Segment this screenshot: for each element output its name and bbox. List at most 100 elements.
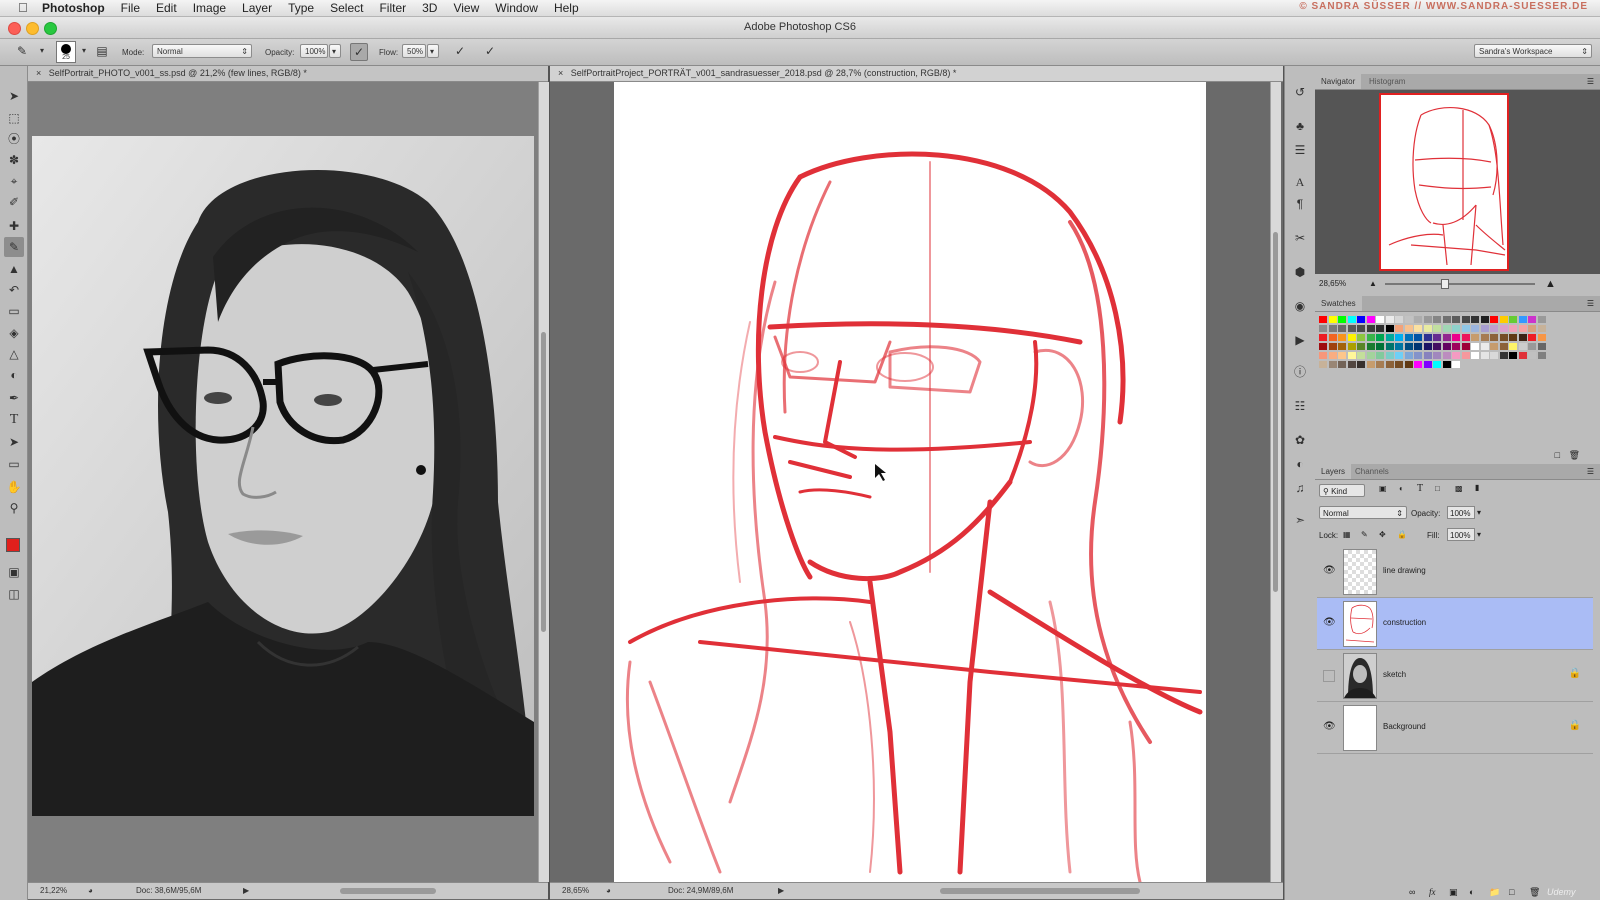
pen-tool-icon[interactable]: ✒ [4, 388, 24, 408]
menu-type[interactable]: Type [288, 1, 314, 15]
layer-row-line-drawing[interactable]: 👁 line drawing [1317, 546, 1593, 598]
move-tool-icon[interactable]: ➤ [4, 86, 24, 106]
color-swatch[interactable] [1357, 361, 1365, 368]
layer-opacity-input[interactable]: 100% [1447, 506, 1475, 519]
layer-name[interactable]: construction [1383, 618, 1426, 627]
color-swatch[interactable] [1347, 343, 1356, 350]
color-swatch[interactable] [1423, 352, 1432, 359]
visibility-eye-icon[interactable]: 👁 [1323, 565, 1336, 577]
type-tool-icon[interactable]: T [4, 410, 24, 430]
color-swatch[interactable] [1461, 343, 1470, 350]
color-swatch[interactable] [1328, 316, 1337, 323]
foreground-color-swatch[interactable] [6, 538, 20, 552]
visibility-toggle-empty[interactable] [1323, 670, 1335, 682]
color-swatch[interactable] [1509, 325, 1517, 332]
tab-histogram[interactable]: Histogram [1363, 74, 1411, 89]
menu-layer[interactable]: Layer [242, 1, 272, 15]
blend-mode-select[interactable]: Normal ⇕ [1319, 506, 1407, 519]
pressure-size-icon[interactable]: ✓ [482, 43, 498, 59]
brush-tool-preset-icon[interactable]: ✎ [14, 43, 30, 59]
tool-presets-icon[interactable]: ✂ [1292, 230, 1308, 246]
color-swatch[interactable] [1319, 334, 1327, 341]
color-swatch[interactable] [1319, 361, 1327, 368]
navigator-zoom-thumb[interactable] [1441, 279, 1449, 289]
zoom-out-icon[interactable]: ▲ [1369, 276, 1377, 292]
link-layers-icon[interactable]: ∞ [1409, 884, 1415, 900]
navigator-zoom-slider[interactable] [1385, 279, 1535, 289]
close-tab-icon[interactable]: × [558, 68, 563, 78]
info-panel-icon[interactable]: ⓘ [1292, 364, 1308, 380]
doc-tab-photo[interactable]: × SelfPortrait_PHOTO_v001_ss.psd @ 21,2%… [28, 66, 548, 82]
color-swatch[interactable] [1357, 334, 1365, 341]
layer-name[interactable]: sketch [1383, 670, 1406, 679]
color-swatch[interactable] [1433, 361, 1441, 368]
color-swatch[interactable] [1452, 343, 1460, 350]
color-swatch[interactable] [1528, 316, 1536, 323]
color-swatch[interactable] [1490, 352, 1498, 359]
color-swatch[interactable] [1509, 316, 1517, 323]
color-swatch[interactable] [1433, 325, 1441, 332]
color-swatch[interactable] [1442, 334, 1451, 341]
color-swatch[interactable] [1499, 334, 1508, 341]
color-swatch[interactable] [1328, 325, 1337, 332]
hand-tool-icon[interactable]: ✋ [4, 477, 24, 497]
pixel-filter-icon[interactable]: ▣ [1379, 484, 1387, 493]
color-swatch[interactable] [1499, 325, 1508, 332]
color-swatch[interactable] [1442, 352, 1451, 359]
doc2-scroll-thumb[interactable] [1273, 232, 1278, 592]
brush-panel-toggle-icon[interactable]: ▤ [94, 43, 110, 59]
color-swatch[interactable] [1385, 343, 1394, 350]
add-mask-icon[interactable]: ▣ [1449, 884, 1458, 900]
doc1-scroll-thumb[interactable] [541, 332, 546, 632]
app-menu-photoshop[interactable]: Photoshop [42, 1, 105, 15]
color-swatch[interactable] [1338, 334, 1346, 341]
blur-tool-icon[interactable]: △ [4, 344, 24, 364]
color-swatch[interactable] [1385, 325, 1394, 332]
lock-transparent-icon[interactable]: ▦ [1343, 530, 1351, 539]
color-swatch[interactable] [1509, 343, 1517, 350]
color-swatch[interactable] [1347, 316, 1356, 323]
3d-panel-icon[interactable]: ⬢ [1292, 264, 1308, 280]
dodge-tool-icon[interactable]: ◐ [4, 365, 24, 385]
lasso-tool-icon[interactable]: ⦿ [4, 129, 24, 149]
color-swatch[interactable] [1338, 343, 1346, 350]
color-swatch[interactable] [1537, 352, 1546, 359]
new-layer-icon[interactable]: □ [1509, 884, 1514, 900]
color-swatch[interactable] [1528, 343, 1536, 350]
color-swatch[interactable] [1385, 316, 1394, 323]
tab-navigator[interactable]: Navigator [1315, 74, 1362, 89]
menu-image[interactable]: Image [193, 1, 226, 15]
screen-mode-icon[interactable]: ◫ [4, 584, 24, 604]
info-icon[interactable]: ◕ [88, 883, 93, 899]
color-swatch[interactable] [1499, 352, 1508, 359]
color-swatch[interactable] [1461, 352, 1470, 359]
color-swatch[interactable] [1537, 325, 1546, 332]
canvas-sketch[interactable] [550, 82, 1270, 882]
menu-help[interactable]: Help [554, 1, 579, 15]
doc1-zoom[interactable]: 21,22% [40, 883, 67, 899]
visibility-eye-icon[interactable]: 👁 [1323, 721, 1336, 733]
color-swatch[interactable] [1404, 361, 1413, 368]
color-swatch[interactable] [1433, 316, 1441, 323]
color-swatch[interactable] [1423, 325, 1432, 332]
rectangle-tool-icon[interactable]: ▭ [4, 454, 24, 474]
color-swatch[interactable] [1471, 325, 1479, 332]
color-swatch[interactable] [1490, 325, 1498, 332]
lock-position-icon[interactable]: ✥ [1379, 530, 1386, 539]
color-swatch[interactable] [1480, 325, 1489, 332]
color-swatch[interactable] [1357, 325, 1365, 332]
color-swatch[interactable] [1376, 352, 1384, 359]
color-swatch[interactable] [1347, 325, 1356, 332]
delete-swatch-icon[interactable]: 🗑 [1569, 450, 1580, 461]
color-swatch[interactable] [1366, 343, 1375, 350]
color-swatch[interactable] [1376, 343, 1384, 350]
crop-tool-icon[interactable]: ⌖ [4, 171, 24, 191]
play-icon[interactable]: ▶ [243, 883, 249, 899]
color-swatch[interactable] [1452, 316, 1460, 323]
color-swatch[interactable] [1442, 325, 1451, 332]
chevron-down-icon[interactable]: ▾ [1477, 508, 1481, 517]
info-icon[interactable]: ◕ [606, 883, 611, 899]
color-swatch[interactable] [1319, 343, 1327, 350]
color-swatch[interactable] [1404, 352, 1413, 359]
tab-layers[interactable]: Layers [1315, 464, 1352, 479]
